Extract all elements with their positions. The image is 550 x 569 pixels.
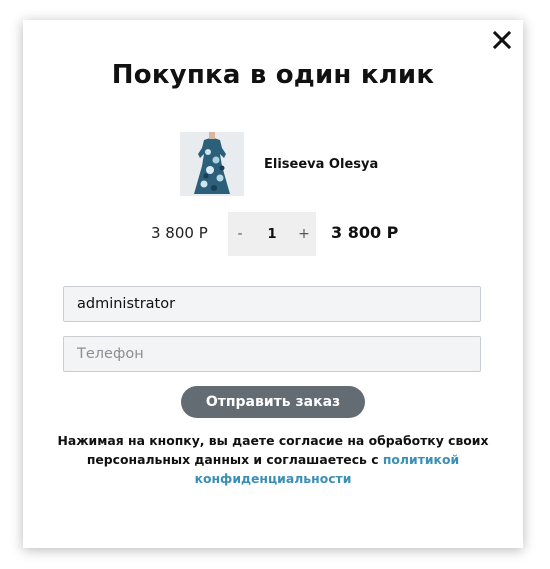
dialog-title: Покупка в один клик	[111, 60, 435, 90]
unit-price: 3 800 Р	[151, 224, 208, 242]
quick-buy-dialog: Покупка в один клик Eliseeva Olesya 3 80…	[23, 20, 523, 548]
price-row: 3 800 Р - + 3 800 Р	[23, 212, 523, 256]
product-name: Eliseeva Olesya	[264, 156, 379, 172]
consent-notice: Нажимая на кнопку, вы даете согласие на …	[53, 431, 493, 488]
submit-order-button[interactable]: Отправить заказ	[181, 386, 365, 418]
quantity-input[interactable]	[252, 226, 292, 242]
dress-thumbnail	[180, 132, 244, 196]
product-summary: Eliseeva Olesya	[180, 132, 378, 196]
total-price: 3 800 Р	[331, 223, 399, 242]
name-field[interactable]	[63, 286, 481, 322]
close-icon[interactable]	[491, 29, 513, 51]
decrement-button[interactable]: -	[228, 226, 252, 242]
phone-field[interactable]	[63, 336, 481, 372]
quantity-stepper: - +	[228, 212, 316, 256]
increment-button[interactable]: +	[292, 226, 316, 242]
